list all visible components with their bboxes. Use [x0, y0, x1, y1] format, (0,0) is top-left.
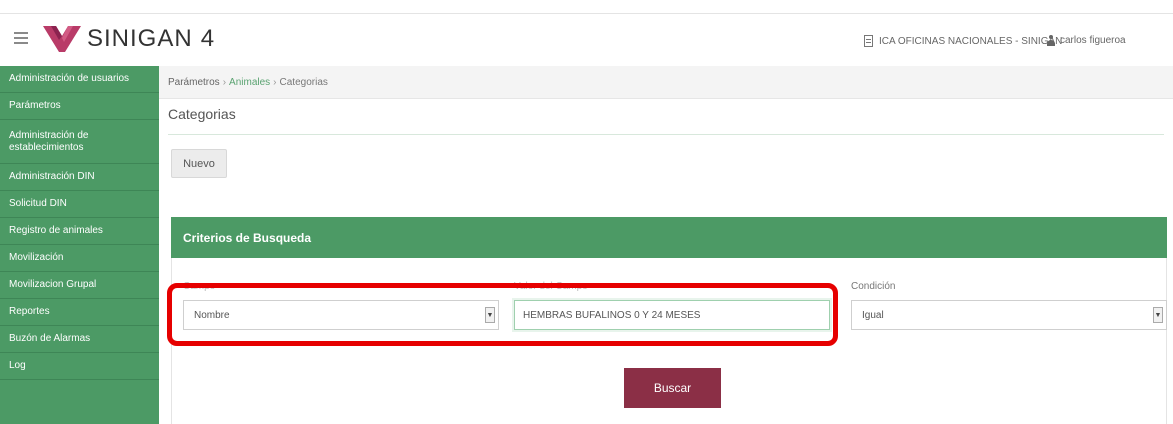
top-border: [0, 0, 1173, 14]
sidebar-item-label: Registro de animales: [9, 225, 103, 236]
sidebar-item-movilizacion-grupal[interactable]: Movilizacion Grupal: [0, 272, 159, 299]
dropdown-arrow-icon: ▼: [485, 307, 495, 323]
office-indicator[interactable]: ICA OFICINAS NACIONALES - SINIGAN: [864, 35, 1062, 47]
condition-select[interactable]: Igual ▼: [851, 300, 1167, 330]
field-select-value: Nombre: [194, 309, 230, 321]
breadcrumb-current: Categorias: [279, 76, 328, 88]
search-panel-title: Criterios de Busqueda: [183, 230, 312, 245]
sidebar-item-solicitud-din[interactable]: Solicitud DIN: [0, 191, 159, 218]
breadcrumb-parametros[interactable]: Parámetros: [168, 77, 220, 88]
app-header: SINIGAN 4 ICA OFICINAS NACIONALES - SINIG…: [0, 14, 1173, 66]
condition-select-value: Igual: [862, 309, 884, 321]
dropdown-arrow-icon: ▼: [1153, 307, 1163, 323]
sidebar-item-label: Solicitud DIN: [9, 198, 67, 209]
sidebar: Administración de usuarios Parámetros Ad…: [0, 66, 159, 424]
sidebar-item-label: Administración DIN: [9, 171, 95, 182]
brand-title: SINIGAN 4: [87, 25, 215, 53]
sidebar-item-reportes[interactable]: Reportes: [0, 299, 159, 326]
sidebar-item-label: Parámetros: [9, 100, 61, 111]
search-panel-header: Criterios de Busqueda: [171, 217, 1167, 258]
title-divider: [168, 134, 1164, 135]
office-name: ICA OFICINAS NACIONALES - SINIGAN: [879, 35, 1063, 47]
sidebar-item-label: Buzón de Alarmas: [9, 333, 91, 344]
condition-label: Condición: [851, 281, 896, 292]
sinigan-logo: [43, 26, 81, 52]
main-content: Parámetros › Animales › Categorias Categ…: [159, 66, 1173, 424]
sidebar-item-establecimientos[interactable]: Administración de establecimientos: [0, 120, 159, 164]
breadcrumb: Parámetros › Animales › Categorias: [159, 66, 1173, 99]
sidebar-item-label: Administración de usuarios: [9, 73, 130, 84]
user-menu[interactable]: carlos figueroa: [1047, 35, 1126, 46]
breadcrumb-separator: ›: [222, 76, 227, 88]
field-select[interactable]: Nombre ▼: [183, 300, 499, 330]
user-icon: [1047, 35, 1055, 46]
sidebar-item-log[interactable]: Log: [0, 353, 159, 380]
sidebar-item-parametros[interactable]: Parámetros: [0, 93, 159, 120]
value-input[interactable]: [512, 298, 832, 332]
breadcrumb-animales[interactable]: Animales: [229, 77, 270, 88]
office-icon: [864, 35, 873, 47]
sidebar-item-label: Administración de establecimientos: [9, 129, 89, 153]
user-name: carlos figueroa: [1060, 35, 1126, 46]
new-button[interactable]: Nuevo: [171, 149, 227, 178]
sidebar-item-movilizacion[interactable]: Movilización: [0, 245, 159, 272]
sidebar-item-label: Log: [9, 360, 26, 371]
sidebar-item-label: Movilizacion Grupal: [9, 279, 97, 290]
field-label: Campo: [183, 281, 216, 292]
sidebar-item-label: Reportes: [9, 306, 50, 317]
breadcrumb-separator: ›: [273, 76, 277, 88]
page-title: Categorias: [168, 106, 236, 122]
sidebar-item-buzon-alarmas[interactable]: Buzón de Alarmas: [0, 326, 159, 353]
sidebar-item-registro-animales[interactable]: Registro de animales: [0, 218, 159, 245]
brand-version: 4: [200, 25, 216, 52]
brand-name: SINIGAN: [87, 25, 193, 52]
sidebar-item-label: Movilización: [9, 252, 64, 263]
hamburger-icon[interactable]: [14, 32, 28, 44]
search-button[interactable]: Buscar: [624, 368, 721, 408]
sidebar-item-usuarios[interactable]: Administración de usuarios: [0, 66, 159, 93]
sidebar-item-administracion-din[interactable]: Administración DIN: [0, 164, 159, 191]
value-label: Valor del Campo: [514, 281, 588, 292]
